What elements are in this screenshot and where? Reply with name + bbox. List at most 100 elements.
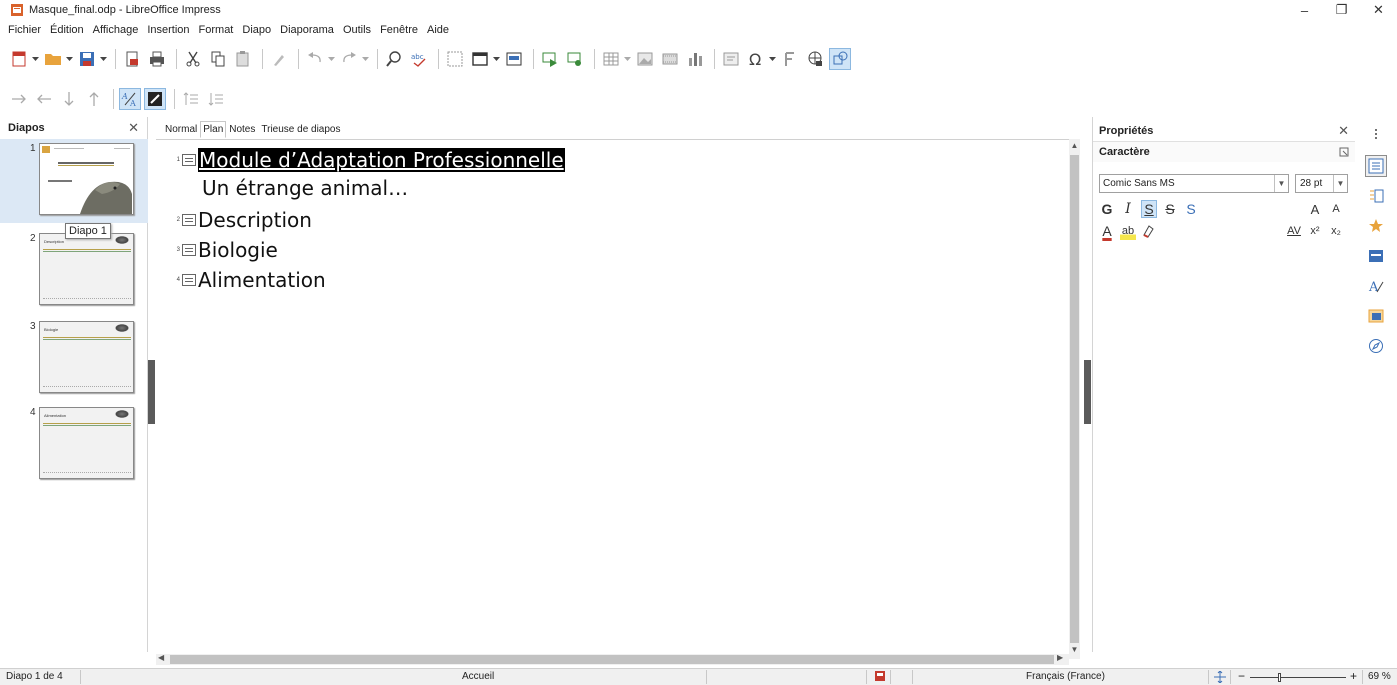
chevron-down-icon[interactable]: ▼ bbox=[1333, 175, 1347, 192]
animation-tab-icon[interactable] bbox=[1365, 215, 1387, 237]
language-status[interactable]: Français (France) bbox=[1026, 671, 1105, 682]
black-white-view-icon[interactable] bbox=[144, 88, 166, 110]
menu-diaporama[interactable]: Diaporama bbox=[280, 24, 334, 36]
scrollbar-thumb[interactable] bbox=[1070, 155, 1079, 643]
chevron-down-icon[interactable] bbox=[492, 48, 500, 70]
move-down-arrow-icon[interactable] bbox=[58, 88, 80, 110]
close-icon[interactable]: ✕ bbox=[128, 120, 139, 136]
character-section-header[interactable]: Caractère bbox=[1093, 142, 1355, 162]
chart-icon[interactable] bbox=[684, 48, 706, 70]
menu-fichier[interactable]: Fichier bbox=[8, 24, 41, 36]
cut-icon[interactable] bbox=[182, 48, 204, 70]
tab-slide-sorter[interactable]: Trieuse de diapos bbox=[258, 121, 343, 138]
scroll-left-icon[interactable]: ◀ bbox=[158, 653, 170, 664]
print-icon[interactable] bbox=[146, 48, 168, 70]
spelling-icon[interactable]: abc bbox=[408, 48, 430, 70]
character-spacing-button[interactable]: AV bbox=[1286, 222, 1302, 240]
close-button[interactable]: ✕ bbox=[1360, 0, 1397, 20]
menu-diapo[interactable]: Diapo bbox=[242, 24, 271, 36]
superscript-button[interactable]: x² bbox=[1307, 222, 1323, 240]
formatting-on-off-icon[interactable]: AA bbox=[119, 88, 141, 110]
minimize-button[interactable]: – bbox=[1286, 0, 1323, 20]
subscript-button[interactable]: x₂ bbox=[1328, 222, 1344, 240]
tab-plan[interactable]: Plan bbox=[200, 121, 227, 138]
shadow-button[interactable]: S bbox=[1183, 200, 1199, 218]
master-slide-status[interactable]: Accueil bbox=[462, 671, 494, 682]
master-slide-icon[interactable] bbox=[503, 48, 525, 70]
text-box-icon[interactable] bbox=[720, 48, 742, 70]
chevron-down-icon[interactable] bbox=[623, 48, 631, 70]
highlight-color-button[interactable]: ab bbox=[1120, 222, 1136, 240]
outline-subtitle[interactable]: Un étrange animal… bbox=[202, 176, 408, 200]
zoom-slider[interactable] bbox=[1250, 677, 1346, 678]
properties-tab-icon[interactable] bbox=[1365, 155, 1387, 177]
save-icon[interactable] bbox=[76, 48, 98, 70]
menu-outils[interactable]: Outils bbox=[343, 24, 371, 36]
menu-insertion[interactable]: Insertion bbox=[147, 24, 189, 36]
outline-title[interactable]: Description bbox=[198, 208, 312, 232]
document-modified-icon[interactable] bbox=[875, 671, 885, 681]
fontwork-icon[interactable] bbox=[779, 48, 801, 70]
paste-icon[interactable] bbox=[232, 48, 254, 70]
open-folder-icon[interactable] bbox=[42, 48, 64, 70]
vertical-scrollbar[interactable]: ▲ ▼ bbox=[1069, 139, 1080, 659]
scrollbar-thumb[interactable] bbox=[170, 655, 1054, 664]
start-from-first-icon[interactable] bbox=[539, 48, 561, 70]
chevron-down-icon[interactable]: ▼ bbox=[1274, 175, 1288, 192]
outline-item[interactable]: 4 Alimentation bbox=[172, 266, 326, 294]
clear-formatting-icon[interactable] bbox=[1141, 224, 1155, 238]
gallery-tab-icon[interactable] bbox=[1365, 305, 1387, 327]
zoom-out-button[interactable]: − bbox=[1238, 669, 1245, 683]
show-first-level-icon[interactable] bbox=[180, 88, 202, 110]
display-grid-icon[interactable] bbox=[444, 48, 466, 70]
show-draw-functions-icon[interactable] bbox=[829, 48, 851, 70]
menu-edition[interactable]: Édition bbox=[50, 24, 84, 36]
outline-item[interactable]: 3 Biologie bbox=[172, 236, 278, 264]
grow-font-button[interactable]: A bbox=[1307, 200, 1323, 218]
maximize-button[interactable]: ❐ bbox=[1323, 0, 1360, 20]
more-options-icon[interactable] bbox=[1339, 147, 1349, 157]
underline-button[interactable]: S bbox=[1141, 200, 1157, 218]
demote-arrow-icon[interactable] bbox=[8, 88, 30, 110]
right-pane-splitter[interactable] bbox=[1084, 360, 1091, 424]
find-replace-icon[interactable] bbox=[383, 48, 405, 70]
sidebar-menu-icon[interactable] bbox=[1365, 123, 1387, 145]
outline-title[interactable]: Biologie bbox=[198, 238, 278, 262]
shrink-font-button[interactable]: A bbox=[1328, 200, 1344, 218]
menu-fenetre[interactable]: Fenêtre bbox=[380, 24, 418, 36]
clone-formatting-icon[interactable] bbox=[268, 48, 290, 70]
outline-item[interactable]: 1 Module d’Adaptation Professionnelle bbox=[172, 146, 565, 174]
outline-title[interactable]: Alimentation bbox=[198, 268, 326, 292]
move-up-arrow-icon[interactable] bbox=[83, 88, 105, 110]
italic-button[interactable]: I bbox=[1120, 200, 1136, 218]
slide-thumbnail-4[interactable]: 4 Alimentation bbox=[0, 403, 148, 485]
tab-notes[interactable]: Notes bbox=[226, 121, 258, 138]
left-pane-splitter[interactable] bbox=[148, 360, 155, 424]
chevron-down-icon[interactable] bbox=[99, 48, 107, 70]
slide-transition-tab-icon[interactable] bbox=[1365, 185, 1387, 207]
chevron-down-icon[interactable] bbox=[31, 48, 39, 70]
undo-icon[interactable] bbox=[304, 48, 326, 70]
promote-arrow-icon[interactable] bbox=[33, 88, 55, 110]
slide-thumbnail-2[interactable]: 2 Description bbox=[0, 229, 148, 311]
slide-layout-icon[interactable] bbox=[469, 48, 491, 70]
special-character-icon[interactable]: Ω bbox=[745, 48, 767, 70]
strikethrough-button[interactable]: S bbox=[1162, 200, 1178, 218]
font-color-button[interactable]: A bbox=[1099, 222, 1115, 240]
image-icon[interactable] bbox=[634, 48, 656, 70]
zoom-slider-handle[interactable] bbox=[1278, 673, 1281, 682]
scroll-down-icon[interactable]: ▼ bbox=[1069, 645, 1080, 657]
new-document-icon[interactable] bbox=[8, 48, 30, 70]
chevron-down-icon[interactable] bbox=[361, 48, 369, 70]
table-icon[interactable] bbox=[600, 48, 622, 70]
start-from-current-icon[interactable] bbox=[564, 48, 586, 70]
tab-normal[interactable]: Normal bbox=[162, 121, 200, 138]
hyperlink-icon[interactable] bbox=[804, 48, 826, 70]
copy-icon[interactable] bbox=[207, 48, 229, 70]
navigator-tab-icon[interactable] bbox=[1365, 335, 1387, 357]
menu-format[interactable]: Format bbox=[199, 24, 234, 36]
outline-item[interactable]: 2 Description bbox=[172, 206, 312, 234]
fit-slide-icon[interactable] bbox=[1214, 671, 1226, 683]
chevron-down-icon[interactable] bbox=[65, 48, 73, 70]
show-all-levels-icon[interactable] bbox=[205, 88, 227, 110]
